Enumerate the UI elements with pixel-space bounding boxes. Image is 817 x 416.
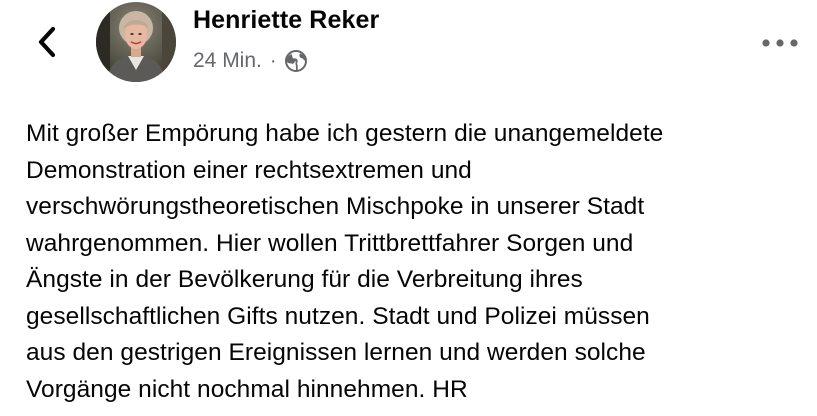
- post-meta: 24 Min. ·: [193, 46, 308, 76]
- post-text: Mit großer Empörung habe ich gestern die…: [26, 120, 664, 403]
- meta-separator: ·: [269, 49, 277, 72]
- back-button[interactable]: [30, 24, 64, 60]
- chevron-left-icon: [38, 26, 56, 58]
- more-horizontal-icon: [762, 39, 798, 47]
- avatar[interactable]: [96, 2, 176, 82]
- post-page: Henriette Reker 24 Min. · Mit großer Emp…: [0, 0, 817, 416]
- globe-icon: [284, 50, 307, 72]
- post-timestamp[interactable]: 24 Min.: [193, 49, 262, 73]
- author-name[interactable]: Henriette Reker: [193, 6, 379, 35]
- more-options-button[interactable]: [758, 28, 802, 58]
- avatar-photo: [96, 2, 176, 82]
